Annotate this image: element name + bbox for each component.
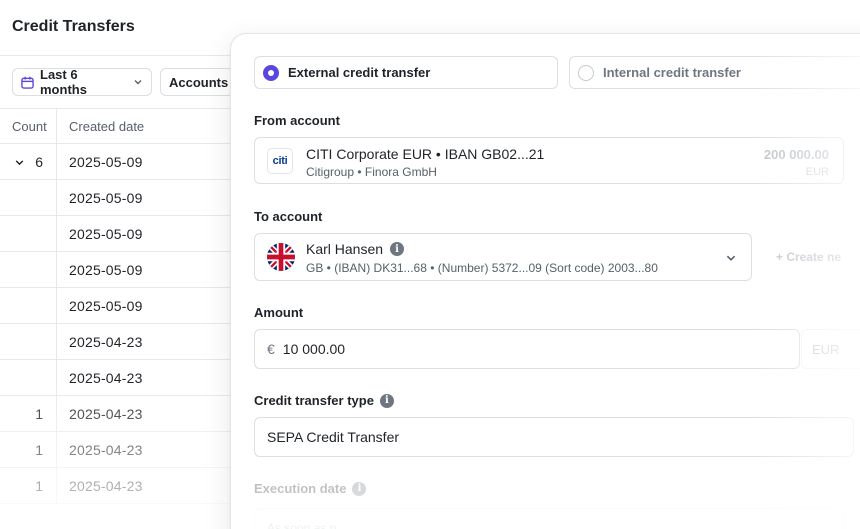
amount-label: Amount	[254, 305, 304, 320]
credit-transfer-type-select[interactable]: SEPA Credit Transfer	[254, 417, 854, 457]
amount-value: 10 000.00	[282, 341, 346, 357]
uk-flag-icon	[267, 243, 295, 271]
table-row[interactable]: 2025-05-09	[0, 216, 260, 252]
column-header-count[interactable]: Count	[0, 109, 57, 143]
citi-logo: citi	[267, 148, 293, 174]
row-count-value: 6	[35, 153, 43, 170]
internal-transfer-label: Internal credit transfer	[603, 65, 741, 80]
euro-symbol: €	[267, 341, 275, 357]
accounts-filter[interactable]: Accounts	[160, 68, 240, 96]
table-row[interactable]: 6 2025-05-09	[0, 144, 260, 180]
row-count	[0, 216, 57, 251]
radio-selected-icon	[263, 64, 279, 81]
create-recipient-link[interactable]: + Create ne	[776, 250, 841, 264]
row-created-date: 2025-05-09	[69, 261, 143, 278]
internal-transfer-option[interactable]: Internal credit transfer	[569, 56, 860, 89]
table-header: Count Created date	[0, 108, 260, 144]
row-count	[0, 324, 57, 359]
chevron-down-icon	[134, 80, 142, 85]
credit-transfer-type-value: SEPA Credit Transfer	[267, 429, 400, 445]
from-account-field[interactable]: citi CITI Corporate EUR • IBAN GB02...21…	[254, 137, 844, 184]
from-account-label: From account	[254, 113, 340, 128]
row-created-date: 2025-05-09	[69, 297, 143, 314]
row-created-date: 2025-05-09	[69, 225, 143, 242]
row-created-date: 2025-05-09	[69, 153, 143, 170]
table-row[interactable]: 2025-05-09	[0, 180, 260, 216]
to-account-label: To account	[254, 209, 323, 224]
currency-value: EUR	[812, 341, 840, 357]
row-count	[0, 288, 57, 323]
table-row[interactable]: 2025-05-09	[0, 288, 260, 324]
external-transfer-option[interactable]: External credit transfer	[254, 56, 558, 89]
calendar-icon	[21, 76, 34, 89]
recipient-name-row: Karl Hansen i	[306, 241, 405, 257]
recipient-name: Karl Hansen	[306, 241, 384, 257]
execution-date-placeholder: As soon as p	[267, 521, 337, 529]
execution-date-label-row: Execution date i	[254, 481, 367, 496]
date-range-label: Last 6 months	[40, 67, 87, 97]
execution-date-input[interactable]: As soon as p	[254, 508, 844, 529]
row-count: 6	[0, 144, 57, 179]
from-account-balance: 200 000.00	[763, 147, 829, 162]
execution-date-label: Execution date	[254, 481, 347, 496]
info-icon[interactable]: i	[379, 393, 394, 408]
date-range-filter[interactable]: Last 6 months	[12, 67, 152, 97]
row-count	[0, 252, 57, 287]
row-count	[0, 180, 57, 215]
chevron-down-icon[interactable]	[14, 157, 25, 168]
to-account-select[interactable]: Karl Hansen i GB • (IBAN) DK31...68 • (N…	[254, 233, 752, 281]
credit-transfer-type-label: Credit transfer type	[254, 393, 374, 408]
credit-transfer-form: External credit transfer Internal credit…	[230, 33, 860, 529]
external-transfer-label: External credit transfer	[288, 65, 431, 80]
row-created-date: 2025-05-09	[69, 189, 143, 206]
table-row[interactable]: 2025-05-09	[0, 252, 260, 288]
info-icon[interactable]: i	[352, 481, 367, 496]
radio-unselected-icon	[578, 64, 594, 81]
info-icon[interactable]: i	[390, 242, 405, 256]
accounts-label: Accounts	[169, 74, 229, 90]
amount-input[interactable]: € 10 000.00	[254, 329, 800, 369]
from-account-name: CITI Corporate EUR • IBAN GB02...21	[306, 146, 545, 162]
from-account-currency: EUR	[805, 166, 829, 178]
currency-select[interactable]: EUR	[801, 329, 860, 369]
row-created-date: 2025-04-23	[69, 333, 143, 350]
page-title: Credit Transfers	[12, 18, 135, 35]
table-row[interactable]: 2025-04-23	[0, 324, 260, 360]
column-header-created-date[interactable]: Created date	[57, 119, 144, 134]
chevron-down-icon	[726, 255, 736, 261]
recipient-details: GB • (IBAN) DK31...68 • (Number) 5372...…	[306, 261, 658, 275]
from-account-owner: Citigroup • Finora GmbH	[306, 165, 437, 179]
credit-transfer-type-label-row: Credit transfer type i	[254, 393, 394, 408]
